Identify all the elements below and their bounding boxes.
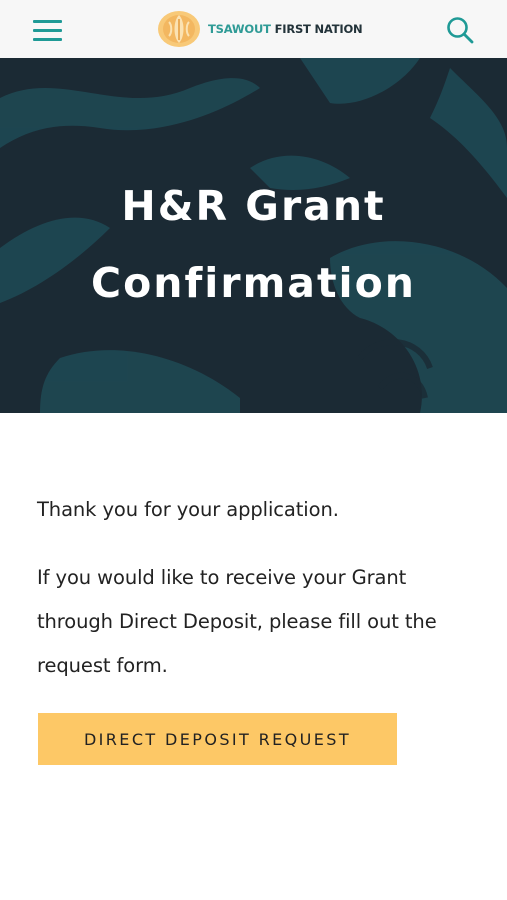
site-logo[interactable]: TSAWOUT FIRST NATION	[157, 10, 363, 48]
thank-you-text: Thank you for your application.	[37, 498, 339, 521]
page-title: H&R Grant Confirmation	[0, 168, 507, 322]
logo-emblem-icon	[158, 11, 200, 47]
hero-banner: H&R Grant Confirmation	[0, 58, 507, 413]
logo-wordmark: TSAWOUT FIRST NATION	[208, 22, 363, 36]
main-content: Thank you for your application. If you w…	[0, 413, 507, 900]
site-header: TSAWOUT FIRST NATION	[0, 0, 507, 58]
direct-deposit-instructions: If you would like to receive your Grant …	[37, 566, 437, 677]
direct-deposit-request-button[interactable]: DIRECT DEPOSIT REQUEST	[38, 713, 397, 765]
search-icon[interactable]	[446, 16, 474, 44]
hamburger-menu-icon[interactable]	[33, 20, 62, 42]
logo-text-secondary: FIRST NATION	[274, 22, 363, 36]
page-title-text: H&R Grant Confirmation	[91, 182, 416, 307]
logo-text-primary: TSAWOUT	[208, 22, 271, 36]
